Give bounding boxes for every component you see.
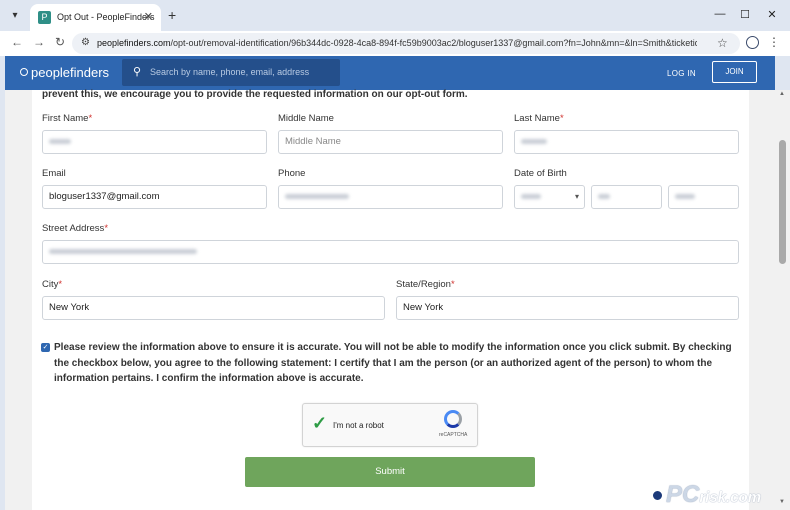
state-label: State/Region* <box>396 279 455 290</box>
intro-text: prevent this, we encourage you to provid… <box>42 89 468 100</box>
close-tab-icon[interactable]: ✕ <box>144 10 153 23</box>
captcha-label: I'm not a robot <box>333 421 384 430</box>
browser-tab[interactable]: P Opt Out - PeopleFinders ✕ <box>30 4 161 31</box>
state-field[interactable]: New York <box>396 296 739 320</box>
last-name-field[interactable] <box>514 130 739 154</box>
scroll-down-icon[interactable]: ▼ <box>779 499 785 505</box>
tab-title: Opt Out - PeopleFinders <box>57 12 155 22</box>
menu-kebab-icon[interactable]: ⋮ <box>768 35 780 49</box>
submit-button[interactable]: Submit <box>245 457 535 487</box>
last-name-label: Last Name* <box>514 113 564 124</box>
minimize-icon[interactable]: — <box>712 8 728 20</box>
logo-pin-icon <box>20 68 28 76</box>
forward-icon[interactable]: → <box>31 35 47 49</box>
search-placeholder: Search by name, phone, email, address <box>150 67 310 77</box>
street-address-field[interactable] <box>42 240 739 264</box>
street-address-label: Street Address* <box>42 223 109 234</box>
phone-label: Phone <box>278 168 306 179</box>
first-name-field[interactable] <box>42 130 267 154</box>
magnifier-icon <box>651 489 664 502</box>
dob-label: Date of Birth <box>514 168 567 179</box>
middle-name-field[interactable]: Middle Name <box>278 130 503 154</box>
scrollbar[interactable]: ▲ ▼ <box>775 90 790 510</box>
address-bar[interactable]: ⚙ peoplefinders.com/opt-out/removal-iden… <box>72 33 740 54</box>
dob-year-field[interactable] <box>668 185 739 209</box>
first-name-label: First Name* <box>42 113 93 124</box>
scroll-up-icon[interactable]: ▲ <box>779 91 785 97</box>
site-logo[interactable]: peoplefinders <box>20 65 109 80</box>
checkmark-icon: ✓ <box>312 413 328 433</box>
maximize-icon[interactable]: ☐ <box>737 8 753 21</box>
dob-day-field[interactable] <box>591 185 662 209</box>
dob-month-select[interactable]: ▾ <box>514 185 585 209</box>
email-label: Email <box>42 168 66 179</box>
middle-name-label: Middle Name <box>278 113 334 124</box>
browser-toolbar: ← → ↻ ⚙ peoplefinders.com/opt-out/remova… <box>0 31 790 56</box>
bookmark-star-icon[interactable]: ☆ <box>717 36 728 50</box>
consent-text: Please review the information above to e… <box>54 342 732 384</box>
close-window-icon[interactable]: ✕ <box>764 8 780 21</box>
city-label: City* <box>42 279 63 290</box>
city-field[interactable]: New York <box>42 296 385 320</box>
site-info-icon[interactable]: ⚙ <box>81 37 90 48</box>
join-button[interactable]: JOIN <box>712 61 757 83</box>
recaptcha-logo-icon <box>444 410 462 428</box>
profile-icon[interactable] <box>746 36 759 49</box>
tab-strip: ▾ P Opt Out - PeopleFinders ✕ + — ☐ ✕ <box>0 0 790 31</box>
new-tab-icon[interactable]: + <box>168 7 176 23</box>
scroll-thumb[interactable] <box>779 140 786 264</box>
phone-field[interactable] <box>278 185 503 209</box>
login-link[interactable]: LOG IN <box>667 69 696 78</box>
back-icon[interactable]: ← <box>9 35 25 49</box>
site-header: peoplefinders ⚲ Search by name, phone, e… <box>5 56 775 90</box>
search-icon: ⚲ <box>133 66 142 78</box>
email-field[interactable]: bloguser1337@gmail.com <box>42 185 267 209</box>
tab-search-icon[interactable]: ▾ <box>6 8 24 24</box>
consent-checkbox[interactable]: ✓ <box>41 343 50 352</box>
captcha-brand: reCAPTCHA <box>439 432 468 438</box>
url-text: peoplefinders.com/opt-out/removal-identi… <box>97 38 697 48</box>
favicon-icon: P <box>38 11 51 24</box>
recaptcha-widget[interactable]: ✓ I'm not a robot reCAPTCHA <box>302 403 478 447</box>
site-search-input[interactable]: ⚲ Search by name, phone, email, address <box>122 59 340 86</box>
chevron-down-icon: ▾ <box>574 192 579 201</box>
reload-icon[interactable]: ↻ <box>52 35 68 49</box>
watermark-logo: PCrisk.com <box>651 481 761 509</box>
